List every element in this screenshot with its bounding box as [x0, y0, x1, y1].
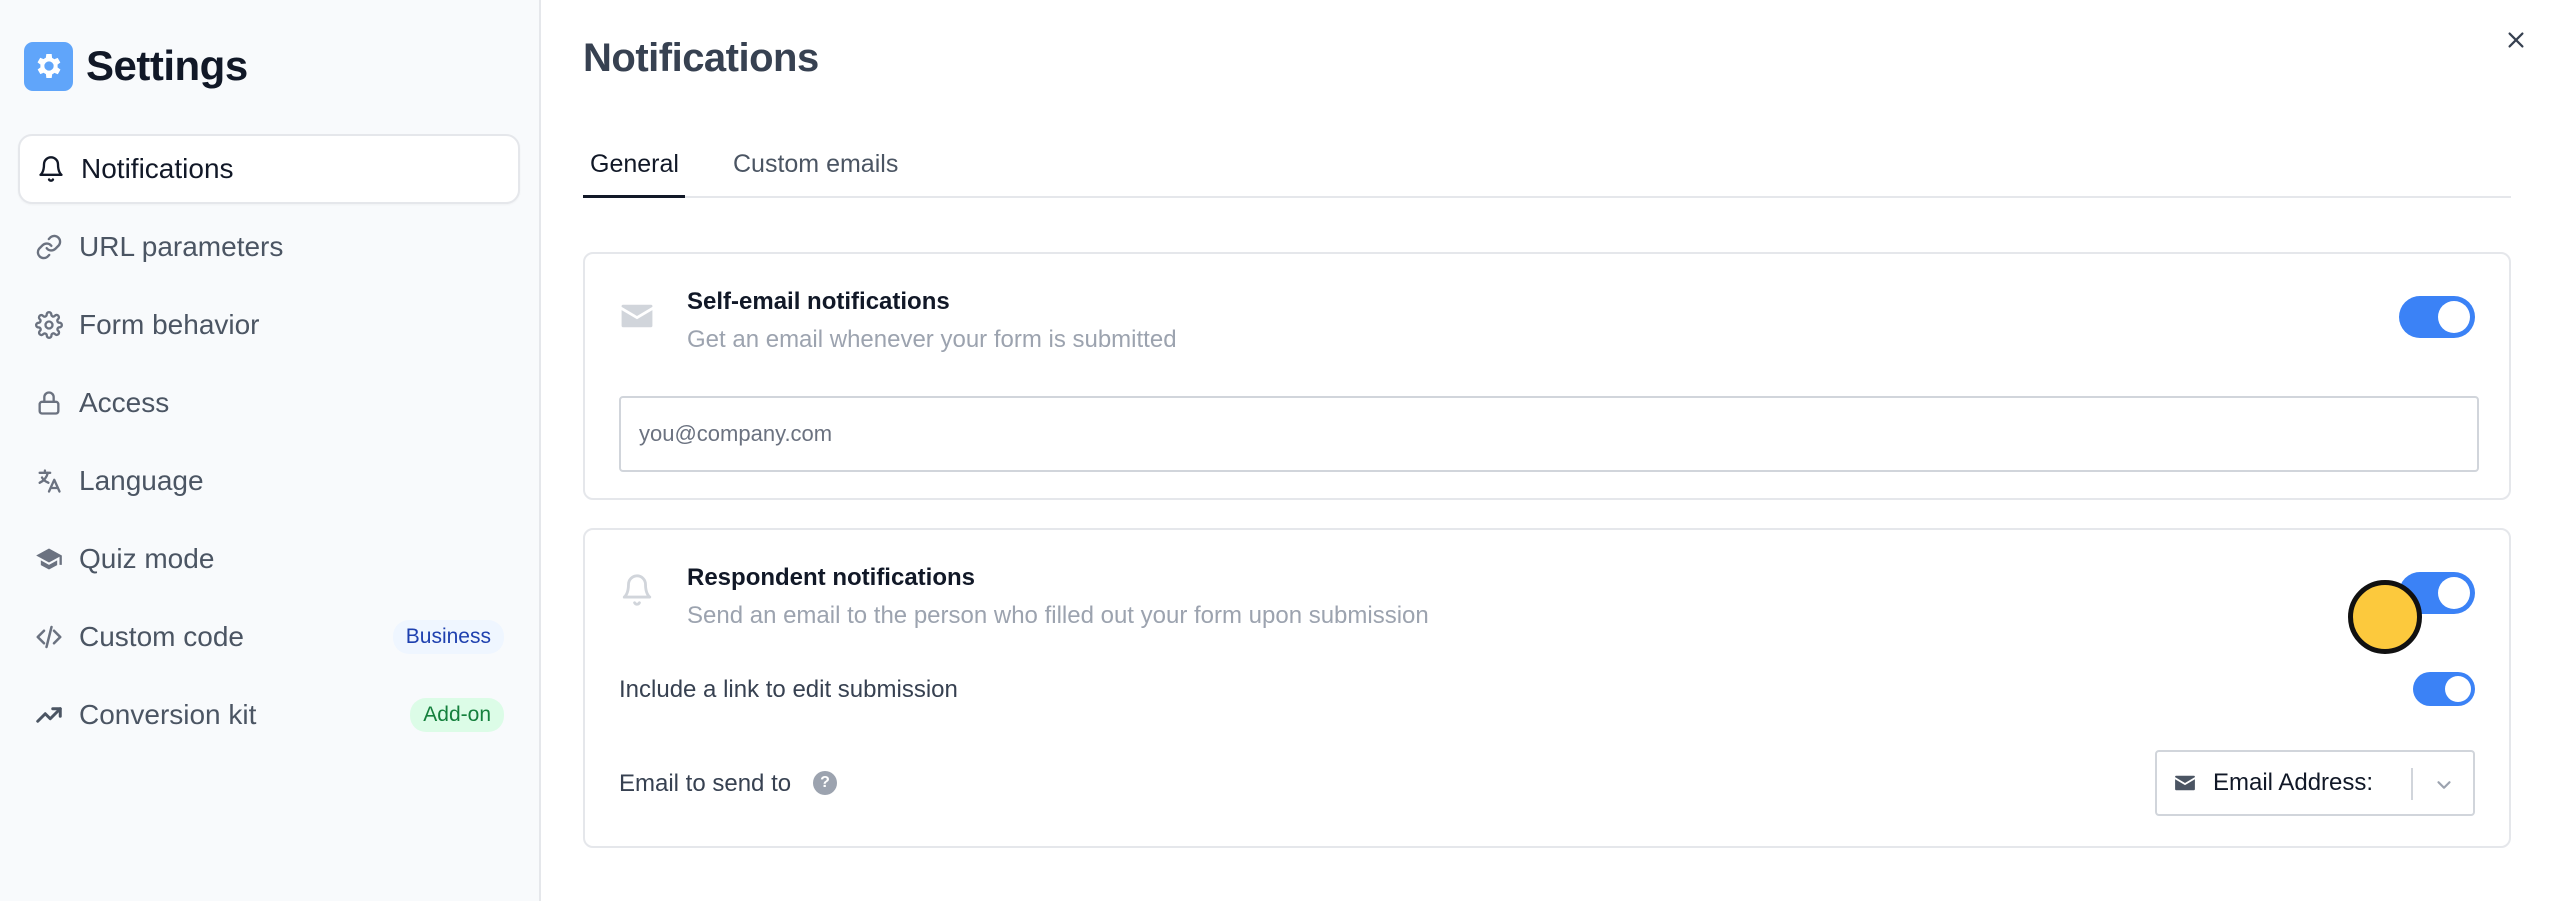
brand: Settings	[24, 40, 248, 92]
sidebar-item-access[interactable]: Access	[18, 368, 520, 438]
trending-up-icon	[33, 699, 65, 731]
select-value: Email Address:	[2213, 769, 2374, 796]
business-badge: Business	[392, 620, 504, 654]
sidebar-item-label: URL parameters	[79, 231, 284, 262]
code-icon	[33, 621, 65, 653]
sidebar-item-language[interactable]: Language	[18, 446, 520, 516]
page-title: Notifications	[583, 36, 819, 80]
addon-badge: Add-on	[410, 698, 504, 732]
sidebar-item-custom-code[interactable]: Custom code Business	[18, 602, 520, 672]
self-email-toggle[interactable]	[2399, 296, 2475, 338]
sidebar-item-label: Access	[79, 387, 170, 418]
toggle-knob	[2438, 577, 2470, 609]
respondent-card: Respondent notifications Send an email t…	[583, 528, 2511, 848]
tab-bar: General Custom emails	[583, 140, 2511, 198]
sidebar-item-label: Quiz mode	[79, 543, 215, 574]
sidebar-item-label: Custom code	[79, 621, 244, 652]
sidebar-item-notifications[interactable]: Notifications	[18, 134, 520, 204]
lock-icon	[33, 387, 65, 419]
close-icon[interactable]	[2500, 24, 2532, 56]
bell-icon	[35, 153, 67, 185]
help-icon[interactable]: ?	[813, 771, 837, 795]
self-email-card: Self-email notifications Get an email wh…	[583, 252, 2511, 500]
sidebar-item-quiz-mode[interactable]: Quiz mode	[18, 524, 520, 594]
tab-custom-emails[interactable]: Custom emails	[733, 150, 898, 198]
include-link-toggle[interactable]	[2413, 672, 2475, 706]
sidebar-item-label: Form behavior	[79, 309, 260, 340]
envelope-icon	[2173, 771, 2197, 795]
sidebar-nav: Notifications URL parameters Form behavi…	[18, 134, 520, 758]
include-link-label: Include a link to edit submission	[619, 676, 958, 703]
email-to-select[interactable]: Email Address:	[2155, 750, 2475, 816]
envelope-icon	[619, 298, 655, 334]
sidebar: Settings Notifications URL parameters Fo…	[0, 0, 541, 901]
settings-gear-icon	[24, 41, 73, 91]
toggle-knob	[2438, 301, 2470, 333]
self-email-input[interactable]	[619, 396, 2479, 472]
sidebar-item-label: Conversion kit	[79, 699, 257, 730]
sidebar-item-conversion-kit[interactable]: Conversion kit Add-on	[18, 680, 520, 750]
toggle-knob	[2445, 676, 2471, 702]
sidebar-item-url-parameters[interactable]: URL parameters	[18, 212, 520, 282]
sidebar-title: Settings	[86, 42, 248, 89]
cursor-indicator	[2348, 580, 2422, 654]
sidebar-item-label: Notifications	[81, 153, 234, 184]
tab-general[interactable]: General	[583, 150, 685, 198]
self-email-title: Self-email notifications	[687, 288, 950, 315]
chevron-down-icon[interactable]	[2429, 770, 2459, 800]
translate-icon	[33, 465, 65, 497]
respondent-description: Send an email to the person who filled o…	[687, 602, 1429, 629]
sidebar-item-label: Language	[79, 465, 204, 496]
graduation-cap-icon	[33, 543, 65, 575]
respondent-title: Respondent notifications	[687, 564, 975, 591]
bell-icon	[619, 572, 655, 608]
gear-icon	[33, 309, 65, 341]
main-panel: Notifications General Custom emails Self…	[541, 0, 2550, 901]
self-email-description: Get an email whenever your form is submi…	[687, 326, 1177, 353]
link-icon	[33, 231, 65, 263]
select-divider	[2411, 768, 2413, 800]
email-to-label: Email to send to	[619, 770, 792, 797]
sidebar-item-form-behavior[interactable]: Form behavior	[18, 290, 520, 360]
